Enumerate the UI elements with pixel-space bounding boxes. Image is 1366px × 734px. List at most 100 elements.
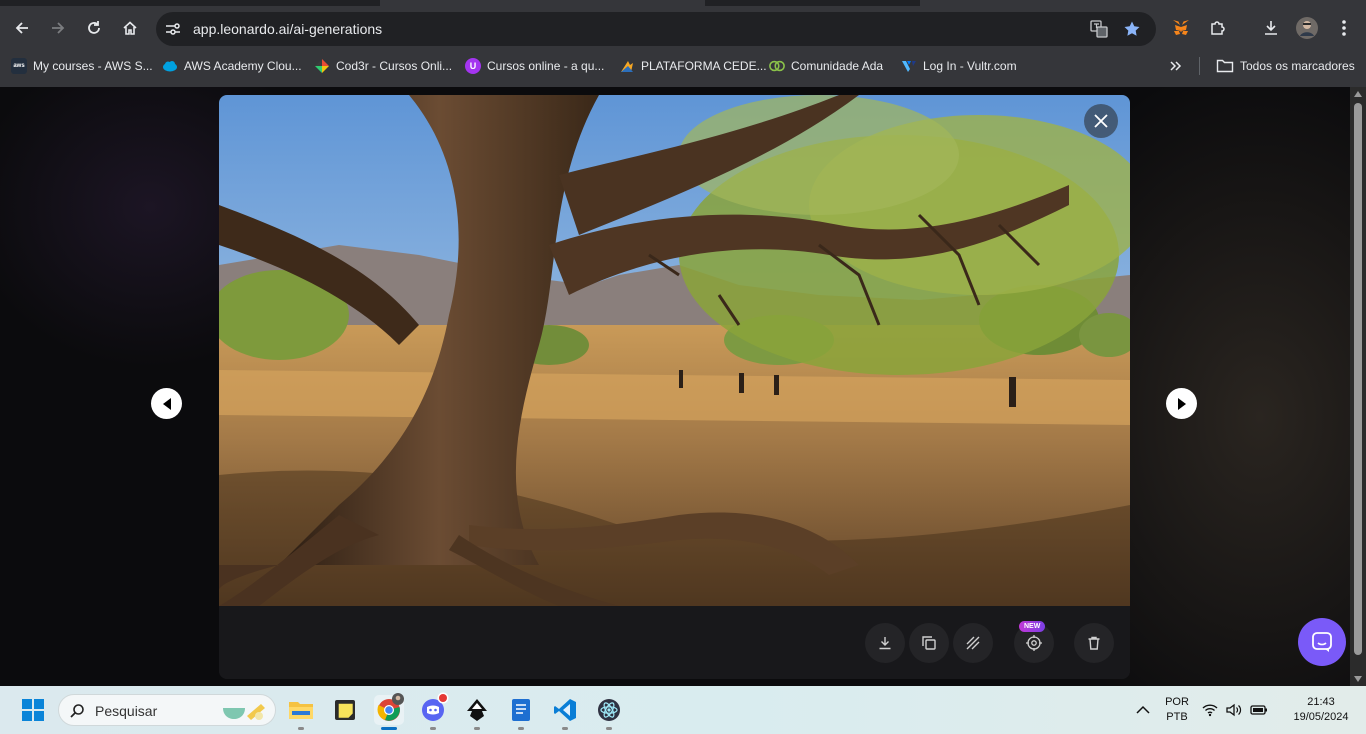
taskbar-inkscape[interactable]: [462, 695, 492, 725]
metamask-extension[interactable]: [1168, 15, 1194, 41]
bookmark-star-button[interactable]: [1122, 19, 1142, 39]
tab-strip: [0, 0, 380, 6]
windows-taskbar: Pesquisar POR PTB 21:43 19/05/2024: [0, 686, 1366, 734]
bookmark-label: Comunidade Ada: [791, 59, 884, 73]
close-viewer-button[interactable]: [1084, 104, 1118, 138]
show-hidden-icons-button[interactable]: [1128, 695, 1158, 725]
bookmark-udemy[interactable]: U Cursos online - a qu...: [465, 56, 604, 76]
taskbar-word-document[interactable]: [506, 695, 536, 725]
running-indicator: [430, 727, 436, 730]
running-indicator: [518, 727, 524, 730]
taskbar-search[interactable]: Pesquisar: [58, 694, 276, 726]
battery-charging-icon: [1250, 705, 1267, 715]
translate-button[interactable]: [1089, 19, 1109, 39]
language-code: POR: [1165, 696, 1189, 708]
folder-icon: [289, 702, 313, 719]
bookmark-aws-academy[interactable]: AWS Academy Clou...: [162, 56, 302, 76]
aws-icon: aws: [11, 58, 27, 74]
bookmark-plataforma-cedem[interactable]: PLATAFORMA CEDE...: [619, 56, 767, 76]
copy-image-button[interactable]: [909, 623, 949, 663]
taskbar-sticky-notes[interactable]: [330, 695, 360, 725]
taskbar-file-explorer[interactable]: [286, 695, 316, 725]
copy-icon: [922, 636, 936, 650]
active-indicator: [381, 727, 397, 730]
salesforce-cloud-icon: [163, 61, 177, 72]
address-bar[interactable]: app.leonardo.ai/ai-generations: [156, 12, 1156, 46]
forward-button[interactable]: [44, 14, 72, 42]
arrow-right-icon: [52, 22, 65, 34]
folder-icon: [1216, 59, 1234, 73]
taskbar-chrome[interactable]: [374, 693, 404, 725]
chat-support-launcher[interactable]: [1298, 618, 1346, 666]
arrow-left-icon: [15, 22, 28, 34]
close-icon: [1094, 114, 1108, 128]
vultr-icon: [902, 61, 916, 72]
site-info-button[interactable]: [164, 20, 182, 38]
tab-strip: [705, 0, 920, 6]
taskbar-vscode[interactable]: [550, 695, 580, 725]
bookmark-label: Cod3r - Cursos Onli...: [336, 59, 453, 73]
chevron-up-icon: [1136, 705, 1150, 714]
bookmarks-divider: [1199, 57, 1200, 75]
remove-background-button[interactable]: [953, 623, 993, 663]
cod3r-icon: [315, 59, 329, 73]
scroll-down-arrow[interactable]: [1354, 676, 1362, 682]
delete-image-button[interactable]: [1074, 623, 1114, 663]
clock-date: 19/05/2024: [1293, 711, 1349, 723]
download-icon: [879, 637, 891, 650]
taskbar-electron-app[interactable]: [594, 695, 624, 725]
ada-icon: [769, 60, 785, 72]
bookmark-vultr[interactable]: Log In - Vultr.com: [901, 56, 1017, 76]
search-placeholder: Pesquisar: [95, 703, 158, 719]
bookmark-label: AWS Academy Clou...: [184, 59, 302, 73]
all-bookmarks-label: Todos os marcadores: [1240, 59, 1355, 73]
input-language-indicator[interactable]: POR PTB: [1160, 695, 1194, 725]
bookmark-cod3r[interactable]: Cod3r - Cursos Onli...: [314, 56, 452, 76]
system-clock[interactable]: 21:43 19/05/2024: [1282, 695, 1360, 725]
start-button[interactable]: [18, 695, 48, 725]
back-button[interactable]: [8, 14, 36, 42]
taskbar-discord[interactable]: [418, 692, 449, 725]
bookmark-label: PLATAFORMA CEDE...: [641, 59, 767, 73]
downloads-button[interactable]: [1258, 15, 1284, 41]
download-image-button[interactable]: [865, 623, 905, 663]
bookmark-comunidade-ada[interactable]: Comunidade Ada: [769, 56, 883, 76]
running-indicator: [606, 727, 612, 730]
more-bookmarks-button[interactable]: [1169, 56, 1183, 76]
chevron-double-right-icon: [1170, 61, 1182, 71]
star-icon: [1124, 21, 1140, 36]
trash-icon: [1088, 636, 1100, 650]
profile-avatar[interactable]: [1294, 15, 1320, 41]
system-tray-status[interactable]: [1200, 695, 1270, 725]
windows-logo-icon: [22, 699, 44, 721]
all-bookmarks-button[interactable]: Todos os marcadores: [1216, 56, 1355, 76]
extensions-button[interactable]: [1205, 15, 1231, 41]
metamask-fox-icon: [1173, 20, 1189, 35]
url-text[interactable]: app.leonardo.ai/ai-generations: [193, 21, 382, 37]
image-actions-bar: NEW: [219, 606, 1130, 679]
generated-image: [219, 95, 1130, 606]
sticky-notes-icon: [335, 700, 355, 720]
chrome-menu-button[interactable]: [1331, 15, 1357, 41]
bookmark-aws-courses[interactable]: aws My courses - AWS S...: [11, 56, 153, 76]
page-scrollbar[interactable]: [1350, 87, 1366, 686]
home-button[interactable]: [116, 14, 144, 42]
next-image-button[interactable]: [1166, 388, 1197, 419]
scrollbar-thumb[interactable]: [1354, 103, 1362, 655]
previous-image-button[interactable]: [151, 388, 182, 419]
remove-background-icon: [966, 636, 980, 650]
running-indicator: [474, 727, 480, 730]
reload-button[interactable]: [80, 14, 108, 42]
image-viewer-modal: NEW: [219, 95, 1130, 679]
new-badge: NEW: [1019, 621, 1046, 632]
bookmark-label: Log In - Vultr.com: [923, 59, 1017, 73]
avatar-icon: [1296, 17, 1318, 39]
scroll-up-arrow[interactable]: [1354, 91, 1362, 97]
triangle-right-icon: [1177, 397, 1186, 410]
download-icon: [1265, 21, 1277, 35]
vscode-icon: [554, 699, 576, 721]
cedem-icon: [621, 61, 633, 72]
bookmark-label: My courses - AWS S...: [33, 59, 153, 73]
motion-icon: [1026, 635, 1042, 651]
triangle-left-icon: [162, 397, 171, 410]
